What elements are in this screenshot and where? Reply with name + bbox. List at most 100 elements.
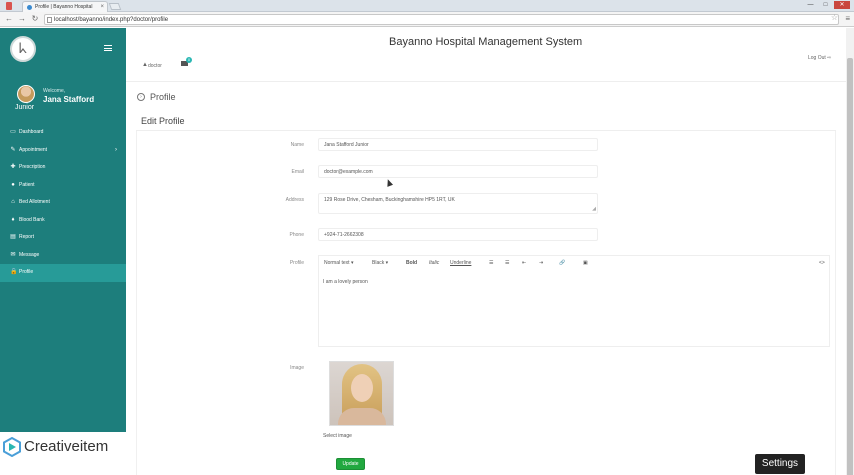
- minimize-button[interactable]: —: [804, 1, 817, 9]
- phone-field[interactable]: +924-71-2662308: [318, 228, 598, 241]
- creativeitem-watermark: Creativeitem: [0, 432, 126, 475]
- profile-heading-icon: ›: [137, 93, 145, 101]
- unordered-list-icon[interactable]: ☰: [489, 260, 493, 266]
- page-title: Profile: [150, 92, 176, 102]
- tab-title: Profile | Bayanno Hospital: [35, 4, 93, 10]
- sidebar-item-patient[interactable]: ● Patient: [0, 177, 126, 195]
- maximize-button[interactable]: □: [819, 1, 832, 9]
- address-textarea[interactable]: 129 Rose Drive, Chesham, Buckinghamshire…: [318, 193, 598, 214]
- chevron-right-icon: ›: [115, 146, 117, 153]
- sidebar-item-profile[interactable]: 🔒 Profile: [0, 264, 126, 282]
- browser-toolbar: ← → ↻ localhost/bayanno/index.php?doctor…: [0, 12, 854, 27]
- sidebar-item-label: Dashboard: [19, 129, 44, 135]
- browser-menu-icon[interactable]: ≡: [845, 14, 850, 23]
- header-divider: [126, 81, 846, 82]
- sidebar-item-label: Patient: [19, 181, 35, 188]
- scrollbar-thumb[interactable]: [847, 58, 853, 475]
- indent-icon[interactable]: ⇥: [539, 260, 543, 266]
- sidebar-item-message[interactable]: ✉ Message: [0, 247, 126, 265]
- sidebar-icon: ⌂: [11, 199, 15, 205]
- menu-toggle-icon[interactable]: [104, 45, 112, 51]
- sidebar-item-label: Report: [19, 234, 35, 240]
- profile-text[interactable]: I am a lovely person: [323, 279, 368, 285]
- tab-close-icon[interactable]: ×: [100, 2, 104, 12]
- sidebar-item-label: Blood Bank: [19, 216, 45, 223]
- email-field[interactable]: doctor@example.com: [318, 165, 598, 178]
- watermark-text: Creativeitem: [24, 438, 109, 455]
- window-controls: — □ ✕: [804, 1, 850, 9]
- page-icon: [47, 17, 52, 23]
- favicon-icon: [27, 5, 32, 10]
- name-field[interactable]: Jana Stafford Junior: [318, 138, 598, 151]
- address-bar[interactable]: localhost/bayanno/index.php?doctor/profi…: [44, 14, 839, 25]
- html-mode-icon[interactable]: <>: [819, 260, 825, 266]
- italic-button[interactable]: Italic: [429, 260, 439, 266]
- ordered-list-icon[interactable]: ☰: [505, 260, 509, 266]
- sidebar-item-label: Message: [19, 251, 40, 258]
- avatar: [17, 85, 35, 103]
- panel-title: Edit Profile: [141, 116, 185, 126]
- bookmark-star-icon[interactable]: ☆: [831, 13, 838, 22]
- browser-titlebar: Profile | Bayanno Hospital × — □ ✕: [0, 0, 854, 12]
- profile-label: Profile: [289, 260, 304, 266]
- sidebar-icon: ✎: [10, 146, 16, 153]
- address-label: Address: [285, 197, 304, 203]
- forward-button[interactable]: →: [17, 14, 27, 24]
- hospital-logo[interactable]: ᖾ: [10, 36, 36, 62]
- sidebar-item-blood-bank[interactable]: ♦ Blood Bank: [0, 212, 126, 230]
- browser-user-icon[interactable]: [6, 2, 12, 10]
- url-text: localhost/bayanno/index.php?doctor/profi…: [54, 17, 169, 23]
- email-label: Email: [291, 169, 304, 175]
- sidebar-icon: ♦: [11, 216, 15, 223]
- new-tab-button[interactable]: [108, 3, 122, 10]
- text-style-dropdown[interactable]: Normal text ▾: [324, 260, 353, 266]
- image-label: Image: [290, 365, 304, 371]
- logout-link[interactable]: Log Out ⇨: [808, 55, 831, 61]
- insert-image-icon[interactable]: ▣: [583, 260, 588, 266]
- sidebar-item-label: Bed Allotment: [19, 199, 50, 205]
- select-image-button[interactable]: Select image: [323, 433, 352, 439]
- address-value: 129 Rose Drive, Chesham, Buckinghamshire…: [324, 197, 455, 203]
- outdent-icon[interactable]: ⇤: [522, 260, 526, 266]
- system-title: Bayanno Hospital Management System: [389, 36, 583, 48]
- message-count-badge: 0: [186, 57, 192, 63]
- resize-grip-icon[interactable]: ◢: [592, 207, 596, 212]
- update-button[interactable]: Update: [336, 458, 365, 470]
- sidebar-icon: ✉: [10, 251, 16, 258]
- sidebar-nav: ▭ Dashboard ✎ Appointment › ✚ Prescription ● Pat…: [0, 124, 126, 282]
- page-scrollbar[interactable]: [846, 28, 854, 475]
- sidebar-item-report[interactable]: ▤ Report: [0, 229, 126, 247]
- profile-photo: [329, 361, 394, 426]
- back-button[interactable]: ←: [4, 14, 14, 24]
- close-window-button[interactable]: ✕: [834, 1, 850, 9]
- sidebar-item-prescription[interactable]: ✚ Prescription: [0, 159, 126, 177]
- sidebar-icon: ▤: [10, 234, 16, 240]
- settings-overlay-button[interactable]: Settings: [755, 454, 805, 474]
- link-icon[interactable]: 🔗: [559, 260, 565, 266]
- editor-toolbar: Normal text ▾ Black ▾ Bold Italic Underl…: [319, 256, 831, 270]
- sidebar-icon: ▭: [10, 129, 16, 135]
- sidebar-item-label: Appointment: [19, 146, 48, 153]
- text-color-dropdown[interactable]: Black ▾: [372, 260, 388, 266]
- sidebar-icon: 🔒: [10, 269, 18, 275]
- sidebar-item-label: Profile: [19, 269, 34, 275]
- phone-label: Phone: [289, 232, 304, 238]
- sidebar-item-dashboard[interactable]: ▭ Dashboard: [0, 124, 126, 142]
- bold-button[interactable]: Bold: [406, 260, 417, 266]
- sidebar-item-label: Prescription: [19, 164, 46, 170]
- reload-button[interactable]: ↻: [30, 14, 40, 24]
- browser-tab[interactable]: Profile | Bayanno Hospital ×: [22, 1, 108, 12]
- user-name: Jana Stafford: [43, 95, 95, 104]
- sidebar-item-appointment[interactable]: ✎ Appointment ›: [0, 142, 126, 160]
- sidebar-icon: ●: [11, 181, 15, 188]
- name-label: Name: [290, 142, 304, 148]
- header-user-label[interactable]: doctor: [148, 63, 162, 69]
- underline-button[interactable]: Underline: [450, 260, 471, 266]
- welcome-text: Welcome,: [43, 88, 66, 94]
- sidebar: ᖾ Welcome, Jana Stafford Junior ▭ Dashboa…: [0, 28, 126, 475]
- user-role: Junior: [15, 104, 35, 111]
- profile-rich-editor[interactable]: Normal text ▾ Black ▾ Bold Italic Underl…: [318, 255, 830, 347]
- creativeitem-logo-icon: [3, 437, 21, 457]
- sidebar-item-bed-allotment[interactable]: ⌂ Bed Allotment: [0, 194, 126, 212]
- sidebar-icon: ✚: [10, 164, 16, 170]
